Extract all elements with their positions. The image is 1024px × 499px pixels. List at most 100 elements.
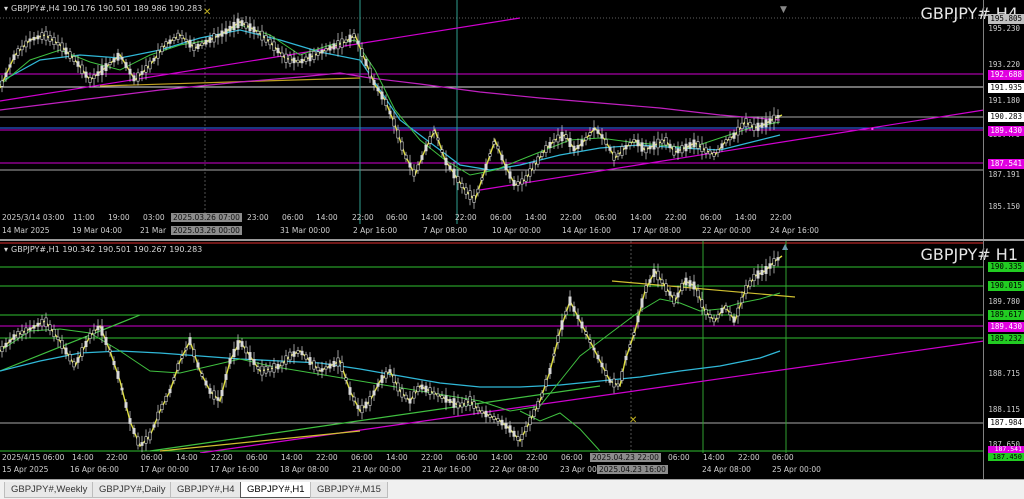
candle-body xyxy=(228,358,232,364)
candle-body xyxy=(520,434,524,440)
candle-body xyxy=(408,398,412,404)
candle-body xyxy=(368,396,372,406)
candle-body xyxy=(692,139,696,148)
candle-body xyxy=(400,141,404,151)
collapse-triangle-icon[interactable]: ▾ xyxy=(4,245,8,254)
candle-body xyxy=(524,425,528,433)
tab-h4[interactable]: GBPJPY#,H4 xyxy=(170,482,242,498)
time-label: 16 Apr 06:00 xyxy=(70,465,119,474)
tab-m15[interactable]: GBPJPY#,M15 xyxy=(310,482,388,498)
candle-body xyxy=(596,129,600,134)
tab-weekly[interactable]: GBPJPY#,Weekly xyxy=(4,482,95,498)
time-label: 11:00 xyxy=(73,213,95,222)
candle-body xyxy=(204,380,208,386)
candle-body xyxy=(716,314,720,319)
candle-body xyxy=(12,334,16,340)
candle-body xyxy=(284,53,288,63)
candle-body xyxy=(620,146,624,156)
candle-body xyxy=(452,168,456,179)
candle-body xyxy=(488,414,492,418)
candle-body xyxy=(580,139,584,147)
candle-body xyxy=(108,62,112,66)
candle-body xyxy=(216,397,220,401)
candle-body xyxy=(0,345,4,353)
candle-body xyxy=(712,317,716,323)
candle-body xyxy=(176,363,180,371)
candle-body xyxy=(16,48,20,56)
candle-body xyxy=(508,425,512,433)
candle-body xyxy=(532,162,536,171)
candle-body xyxy=(756,270,760,279)
time-label: 31 Mar 00:00 xyxy=(280,226,331,235)
candle-body xyxy=(176,32,180,40)
candle-body xyxy=(452,398,456,408)
candle-body xyxy=(768,118,772,124)
candle-body xyxy=(488,153,492,157)
price-box-magenta: 187.541 xyxy=(988,446,1024,453)
candle-body xyxy=(280,361,284,367)
h4-plot-area[interactable]: ✕ • ▼ xyxy=(0,0,984,224)
candle-body xyxy=(544,145,548,153)
candle-body xyxy=(512,430,516,437)
candle-body xyxy=(708,314,712,318)
price-box-current: 190.283 xyxy=(988,112,1024,122)
candle-body xyxy=(36,35,40,40)
price-label: 195.230 xyxy=(988,24,1020,33)
candle-body xyxy=(720,308,724,313)
candle-body xyxy=(160,403,164,411)
candle-body xyxy=(568,296,572,306)
tab-daily[interactable]: GBPJPY#,Daily xyxy=(92,482,173,498)
candle-body xyxy=(184,347,188,351)
h4-price-scale[interactable]: 195.230 193.220 191.180 189.470 187.191 … xyxy=(983,0,1024,239)
candle-body xyxy=(700,299,704,308)
candle-body xyxy=(248,352,252,360)
candle-body xyxy=(584,137,588,141)
h1-chart-pane[interactable]: ✕ ▲ ▾ GBPJPY#,H1 190.342 190.501 190.267 … xyxy=(0,241,1024,479)
candle-body xyxy=(436,393,440,397)
candle-body xyxy=(8,339,12,343)
candle-body xyxy=(184,38,188,42)
candle-body xyxy=(228,25,232,32)
candle-body xyxy=(24,40,28,48)
candle-body xyxy=(312,360,316,370)
h1-price-scale[interactable]: 189.780 188.715 188.115 187.650 190.335 … xyxy=(983,241,1024,479)
candle-body xyxy=(576,315,580,319)
candle-body xyxy=(416,386,420,392)
candle-body xyxy=(256,30,260,34)
candle-body xyxy=(572,306,576,312)
candle-body xyxy=(652,141,656,150)
candle-body xyxy=(764,119,768,128)
candle-body xyxy=(752,123,756,131)
candle-body xyxy=(356,405,360,409)
candle-body xyxy=(92,74,96,79)
candle-body xyxy=(760,269,764,276)
candle-body xyxy=(104,337,108,345)
time-label: 14 Apr 16:00 xyxy=(562,226,611,235)
h4-chart-pane[interactable]: ✕ • ▼ ▾ GBPJPY#,H4 190.176 190.501 189.98… xyxy=(0,0,1024,239)
candle-body xyxy=(584,331,588,335)
candle-body xyxy=(224,28,228,35)
candle-body xyxy=(28,38,32,42)
candle-body xyxy=(440,149,444,153)
candle-body xyxy=(496,145,500,150)
h1-plot-area[interactable]: ✕ ▲ xyxy=(0,241,984,453)
candle-body xyxy=(512,180,516,186)
candle-body xyxy=(64,347,68,355)
time-label: 2 Apr 16:00 xyxy=(353,226,398,235)
candle-body xyxy=(464,399,468,407)
candle-body xyxy=(268,365,272,373)
candle-body xyxy=(20,330,24,335)
price-box-white: 191.935 xyxy=(988,83,1024,93)
time-label: 2025/3/14 03:00 xyxy=(2,213,65,222)
tab-h1[interactable]: GBPJPY#,H1 xyxy=(240,482,312,498)
candle-body xyxy=(608,379,612,383)
candle-body xyxy=(308,53,312,62)
candle-body xyxy=(404,154,408,160)
candle-body xyxy=(344,377,348,381)
collapse-triangle-icon[interactable]: ▾ xyxy=(4,4,8,13)
h4-symbol-info: ▾ GBPJPY#,H4 190.176 190.501 189.986 190.… xyxy=(4,4,202,13)
candle-body xyxy=(272,41,276,51)
time-label: 14:00 xyxy=(386,453,408,462)
candle-body xyxy=(140,442,144,446)
candle-body xyxy=(32,36,36,41)
